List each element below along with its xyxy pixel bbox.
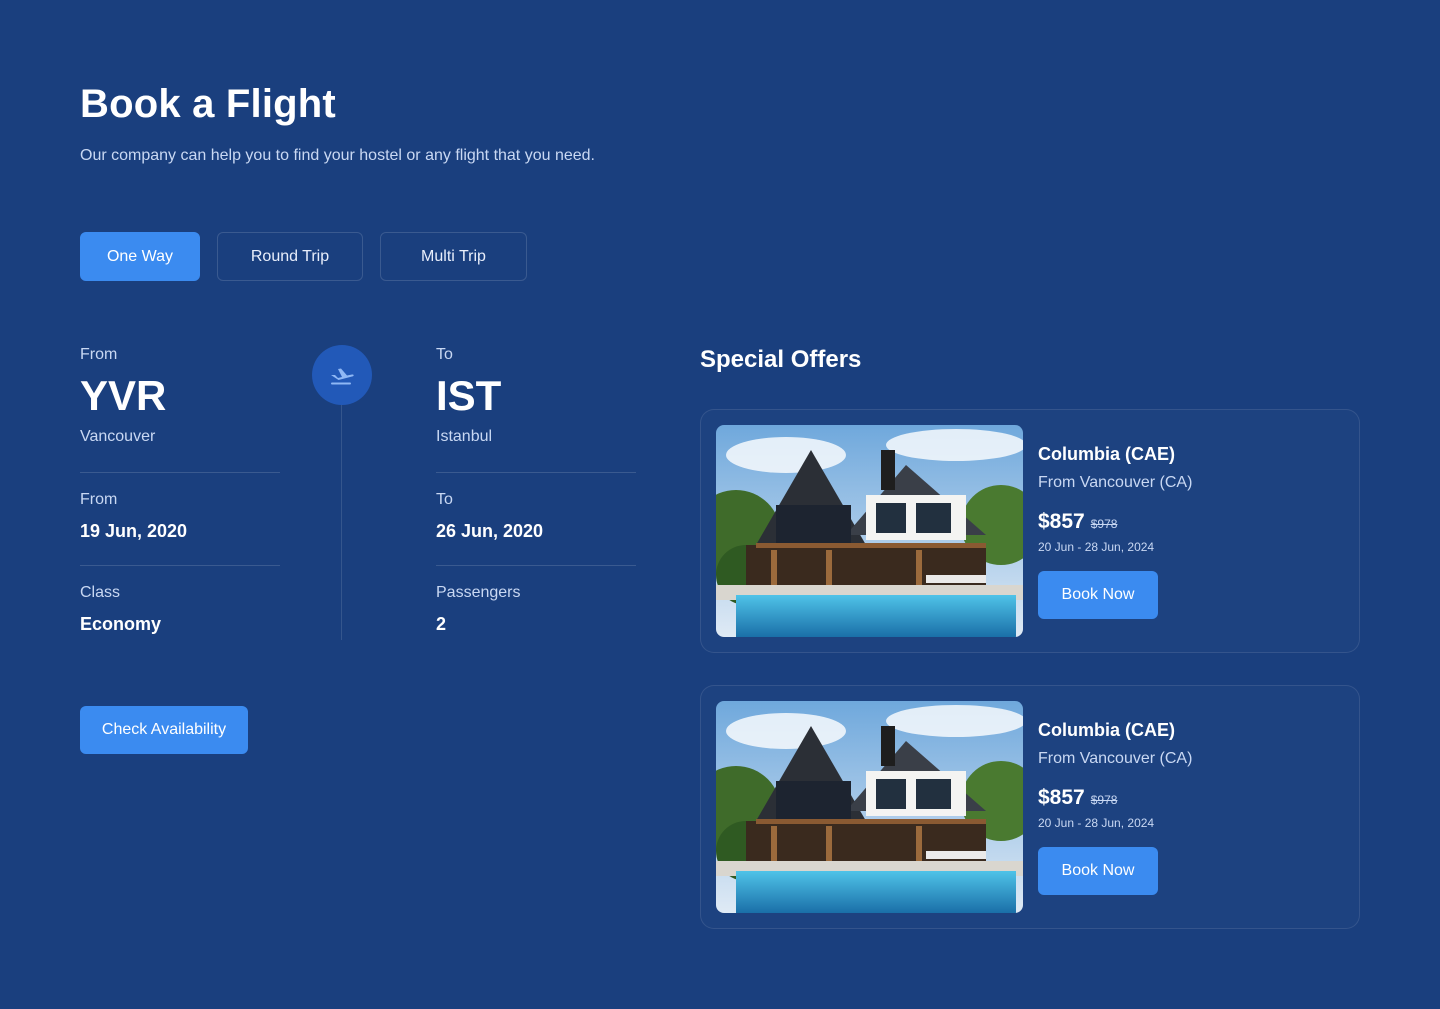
destination-column: To IST Istanbul To 26 Jun, 2020 Passenge…	[436, 346, 636, 658]
swap-route-button[interactable]	[312, 345, 372, 405]
tab-one-way[interactable]: One Way	[80, 232, 200, 281]
passengers-value: 2	[436, 614, 447, 634]
special-offers-title: Special Offers	[700, 346, 862, 373]
return-date-value: 26 Jun, 2020	[436, 521, 544, 541]
class-value: Economy	[80, 614, 162, 634]
depart-date-label: From	[80, 491, 118, 508]
destination-field[interactable]: To IST Istanbul	[436, 346, 636, 472]
book-now-button[interactable]: Book Now	[1038, 847, 1158, 895]
offer-house-image	[716, 425, 1023, 637]
offer-destination: Columbia (CAE)	[1038, 720, 1175, 740]
passengers-field[interactable]: Passengers 2	[436, 566, 636, 658]
depart-date-value: 19 Jun, 2020	[80, 521, 188, 541]
offer-price: $857	[1038, 786, 1085, 809]
offer-card: Columbia (CAE) From Vancouver (CA) $857 …	[700, 409, 1360, 653]
passengers-label: Passengers	[436, 584, 521, 601]
offer-house-image	[716, 701, 1023, 913]
page-title: Book a Flight	[80, 82, 336, 126]
depart-date-field[interactable]: From 19 Jun, 2020	[80, 473, 280, 565]
origin-code: YVR	[80, 372, 167, 419]
tab-round-trip[interactable]: Round Trip	[217, 232, 363, 281]
offer-dates: 20 Jun - 28 Jun, 2024	[1038, 816, 1155, 830]
plane-departure-icon	[331, 368, 354, 385]
booking-page: Book a Flight Our company can help you t…	[0, 0, 1440, 1009]
tab-multi-trip[interactable]: Multi Trip	[380, 232, 527, 281]
offer-price-row: $857 $978	[1038, 510, 1192, 534]
offer-old-price: $978	[1090, 793, 1118, 807]
check-availability-button[interactable]: Check Availability	[80, 706, 248, 754]
offer-info: Columbia (CAE) From Vancouver (CA) $857 …	[1038, 444, 1192, 619]
destination-label: To	[436, 346, 453, 363]
offer-card: Columbia (CAE) From Vancouver (CA) $857 …	[700, 685, 1360, 929]
route-connector-line	[341, 400, 342, 640]
offer-info: Columbia (CAE) From Vancouver (CA) $857 …	[1038, 720, 1192, 895]
destination-city: Istanbul	[436, 428, 493, 445]
origin-field[interactable]: From YVR Vancouver	[80, 346, 280, 472]
page-subtitle: Our company can help you to find your ho…	[80, 147, 595, 164]
return-date-label: To	[436, 491, 453, 508]
offer-old-price: $978	[1090, 517, 1118, 531]
offer-destination: Columbia (CAE)	[1038, 444, 1175, 464]
origin-city: Vancouver	[80, 428, 156, 445]
class-field[interactable]: Class Economy	[80, 566, 280, 658]
offer-dates: 20 Jun - 28 Jun, 2024	[1038, 540, 1155, 554]
offer-origin: From Vancouver (CA)	[1038, 474, 1193, 491]
offer-price-row: $857 $978	[1038, 786, 1192, 810]
origin-label: From	[80, 346, 118, 363]
destination-code: IST	[436, 372, 502, 419]
trip-type-tabs: One Way Round Trip Multi Trip	[80, 232, 527, 281]
offer-origin: From Vancouver (CA)	[1038, 750, 1193, 767]
class-label: Class	[80, 584, 121, 601]
return-date-field[interactable]: To 26 Jun, 2020	[436, 473, 636, 565]
book-now-button[interactable]: Book Now	[1038, 571, 1158, 619]
origin-column: From YVR Vancouver From 19 Jun, 2020 Cla…	[80, 346, 280, 658]
offer-price: $857	[1038, 510, 1085, 533]
